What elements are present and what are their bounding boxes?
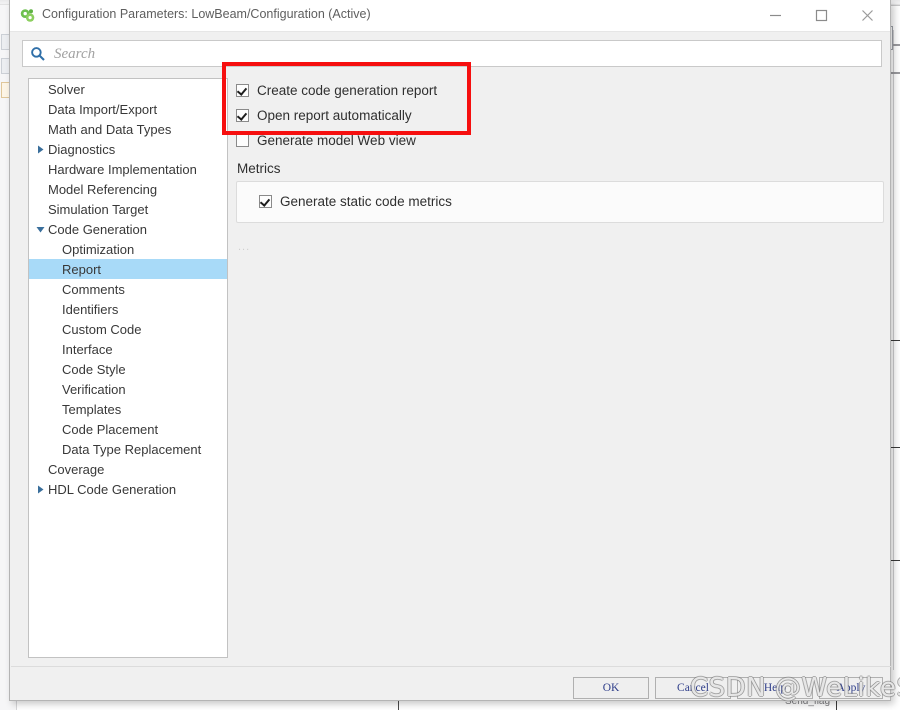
background-model-line bbox=[398, 700, 399, 710]
tree-item-diagnostics[interactable]: Diagnostics bbox=[29, 139, 227, 159]
tree-item-comments[interactable]: Comments bbox=[29, 279, 227, 299]
maximize-icon bbox=[815, 9, 828, 22]
tree-item-solver[interactable]: Solver bbox=[29, 79, 227, 99]
tree-item-label: Math and Data Types bbox=[48, 121, 172, 137]
tree-item-label: Code Placement bbox=[62, 421, 159, 437]
tree-item-label: Comments bbox=[62, 281, 125, 297]
cancel-button[interactable]: Cancel bbox=[655, 677, 731, 699]
tree-item-templates[interactable]: Templates bbox=[29, 399, 227, 419]
checkbox-label: Generate model Web view bbox=[257, 133, 416, 148]
search-input[interactable] bbox=[52, 41, 876, 68]
checkbox-create-code-generation-report[interactable]: Create code generation report bbox=[236, 78, 884, 103]
help-button[interactable]: Help bbox=[737, 677, 813, 699]
tree-item-label: Templates bbox=[62, 401, 122, 417]
tree-item-simulation-target[interactable]: Simulation Target bbox=[29, 199, 227, 219]
checkbox-generate-model-web-view[interactable]: Generate model Web view bbox=[236, 128, 884, 153]
tree-item-math-and-data-types[interactable]: Math and Data Types bbox=[29, 119, 227, 139]
minimize-icon bbox=[769, 9, 782, 22]
tree-item-optimization[interactable]: Optimization bbox=[29, 239, 227, 259]
tree-item-label: Diagnostics bbox=[48, 141, 116, 157]
checkbox-open-report-automatically[interactable]: Open report automatically bbox=[236, 103, 884, 128]
tree-item-label: Custom Code bbox=[62, 321, 142, 337]
chevron-down-icon[interactable] bbox=[35, 225, 46, 234]
dialog-titlebar: Configuration Parameters: LowBeam/Config… bbox=[10, 0, 890, 32]
footer-divider bbox=[11, 666, 891, 667]
tree-item-label: HDL Code Generation bbox=[48, 481, 177, 497]
tree-item-report[interactable]: Report bbox=[29, 259, 227, 279]
tree-item-label: Solver bbox=[48, 81, 85, 97]
tree-item-label: Report bbox=[62, 261, 102, 277]
simulink-icon bbox=[19, 7, 36, 24]
tree-item-label: Hardware Implementation bbox=[48, 161, 197, 177]
tree-item-label: Coverage bbox=[48, 461, 105, 477]
checkbox-label: Open report automatically bbox=[257, 108, 412, 123]
metrics-group-label: Metrics bbox=[237, 161, 281, 176]
close-icon bbox=[861, 9, 874, 22]
maximize-button[interactable] bbox=[799, 0, 844, 31]
close-button[interactable] bbox=[845, 0, 890, 31]
background-model-line bbox=[893, 30, 894, 670]
tree-item-label: Interface bbox=[62, 341, 113, 357]
checkbox-list: Create code generation report Open report… bbox=[236, 78, 884, 153]
tree-item-label: Code Style bbox=[62, 361, 126, 377]
tree-item-coverage[interactable]: Coverage bbox=[29, 459, 227, 479]
report-settings-pane: Create code generation report Open report… bbox=[236, 78, 884, 658]
tree-item-label: Verification bbox=[62, 381, 126, 397]
tree-item-hardware-implementation[interactable]: Hardware Implementation bbox=[29, 159, 227, 179]
tree-item-label: Optimization bbox=[62, 241, 135, 257]
tree-item-interface[interactable]: Interface bbox=[29, 339, 227, 359]
checkbox-indicator[interactable] bbox=[236, 134, 249, 147]
tree-item-label: Identifiers bbox=[62, 301, 119, 317]
chevron-right-icon[interactable] bbox=[35, 485, 46, 494]
minimize-button[interactable] bbox=[753, 0, 798, 31]
chevron-right-icon[interactable] bbox=[35, 145, 46, 154]
tree-item-code-placement[interactable]: Code Placement bbox=[29, 419, 227, 439]
tree-item-label: Code Generation bbox=[48, 221, 148, 237]
checkbox-indicator[interactable] bbox=[236, 84, 249, 97]
tree-item-label: Model Referencing bbox=[48, 181, 158, 197]
dialog-title: Configuration Parameters: LowBeam/Config… bbox=[42, 7, 371, 21]
checkbox-label: Generate static code metrics bbox=[280, 194, 452, 209]
checkbox-generate-static-code-metrics[interactable]: Generate static code metrics bbox=[259, 189, 883, 214]
overflow-ellipsis: ... bbox=[238, 241, 251, 253]
tree-item-code-generation[interactable]: Code Generation bbox=[29, 219, 227, 239]
tree-item-custom-code[interactable]: Custom Code bbox=[29, 319, 227, 339]
checkbox-indicator[interactable] bbox=[236, 109, 249, 122]
tree-item-label: Simulation Target bbox=[48, 201, 149, 217]
ok-button[interactable]: OK bbox=[573, 677, 649, 699]
settings-tree[interactable]: Solver Data Import/Export Math and Data Ty… bbox=[28, 78, 228, 658]
tree-item-verification[interactable]: Verification bbox=[29, 379, 227, 399]
tree-item-model-referencing[interactable]: Model Referencing bbox=[29, 179, 227, 199]
configuration-parameters-dialog: Configuration Parameters: LowBeam/Config… bbox=[9, 0, 891, 701]
checkbox-label: Create code generation report bbox=[257, 83, 438, 98]
tree-item-data-import-export[interactable]: Data Import/Export bbox=[29, 99, 227, 119]
metrics-group-box: Generate static code metrics bbox=[236, 181, 884, 223]
tree-item-code-style[interactable]: Code Style bbox=[29, 359, 227, 379]
search-icon bbox=[30, 46, 46, 62]
tree-item-identifiers[interactable]: Identifiers bbox=[29, 299, 227, 319]
checkbox-indicator[interactable] bbox=[259, 195, 272, 208]
tree-item-data-type-replacement[interactable]: Data Type Replacement bbox=[29, 439, 227, 459]
tree-item-label: Data Import/Export bbox=[48, 101, 158, 117]
search-bar[interactable] bbox=[22, 40, 882, 68]
tree-item-label: Data Type Replacement bbox=[62, 441, 202, 457]
apply-button[interactable]: Apply bbox=[819, 677, 883, 699]
tree-item-hdl-code-generation[interactable]: HDL Code Generation bbox=[29, 479, 227, 499]
